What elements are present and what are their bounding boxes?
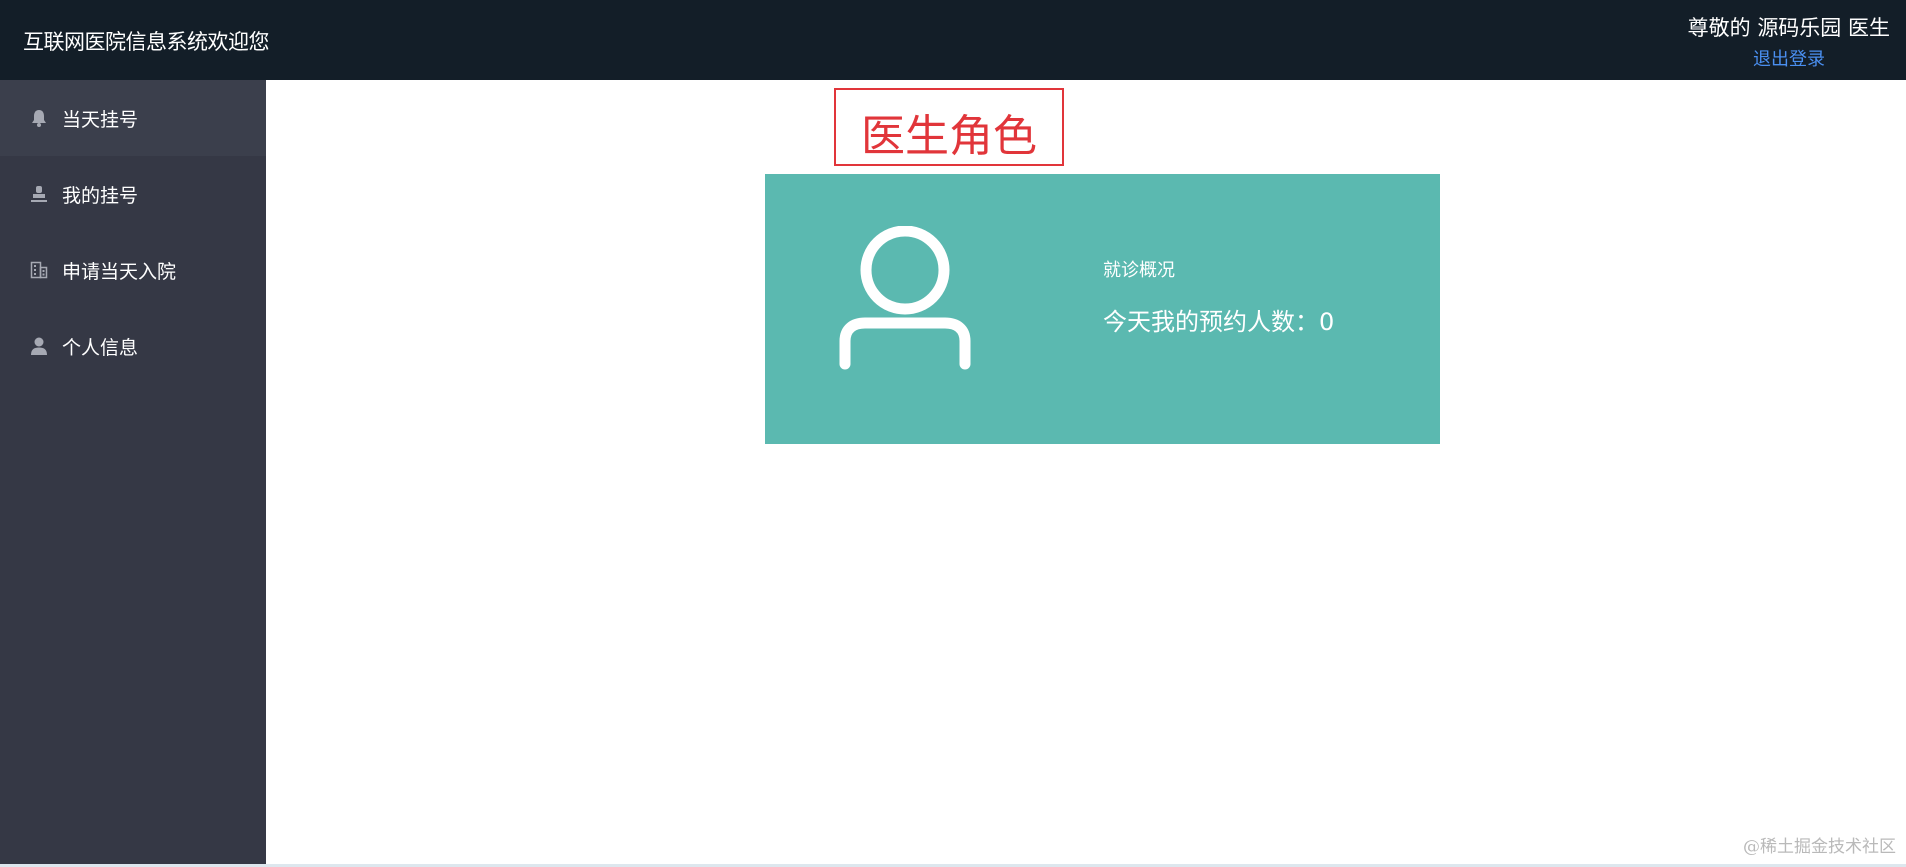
user-role: 医生: [1848, 16, 1890, 40]
watermark: @稀土掘金技术社区: [1743, 837, 1896, 857]
user-outline-icon: [835, 225, 975, 372]
appointment-count: 今天我的预约人数：0: [1103, 302, 1334, 337]
stamp-icon: [28, 183, 50, 205]
person-icon: [28, 335, 50, 357]
sidebar-item-personal-info[interactable]: 个人信息: [0, 308, 266, 384]
user-greeting: 尊敬的 源码乐园 医生: [1688, 12, 1890, 42]
logout-link[interactable]: 退出登录: [1753, 45, 1825, 71]
doctor-role-annotation: 医生角色: [834, 88, 1064, 166]
bell-icon: [28, 107, 50, 129]
appointment-count-label: 今天我的预约人数：: [1103, 308, 1319, 336]
building-icon: [28, 259, 50, 281]
card-subtitle: 就诊概况: [1103, 260, 1175, 281]
overview-card: 就诊概况 今天我的预约人数：0: [765, 174, 1440, 444]
sidebar-item-today-registration[interactable]: 当天挂号: [0, 80, 266, 156]
sidebar-item-label: 申请当天入院: [62, 260, 177, 283]
app-title: 互联网医院信息系统欢迎您: [23, 30, 270, 54]
top-header: 互联网医院信息系统欢迎您 尊敬的 源码乐园 医生 退出登录: [0, 0, 1906, 80]
sidebar-item-label: 当天挂号: [62, 108, 139, 131]
annotation-text: 医生角色: [861, 111, 1037, 162]
user-name: 源码乐园: [1757, 16, 1842, 40]
sidebar-item-apply-admission[interactable]: 申请当天入院: [0, 232, 266, 308]
appointment-count-value: 0: [1319, 308, 1335, 336]
sidebar-item-label: 个人信息: [62, 336, 139, 359]
greeting-prefix: 尊敬的: [1687, 16, 1751, 40]
sidebar-item-my-registration[interactable]: 我的挂号: [0, 156, 266, 232]
sidebar-item-label: 我的挂号: [62, 184, 139, 207]
sidebar: 当天挂号 我的挂号 申请当天入院 个人信息: [0, 80, 266, 867]
